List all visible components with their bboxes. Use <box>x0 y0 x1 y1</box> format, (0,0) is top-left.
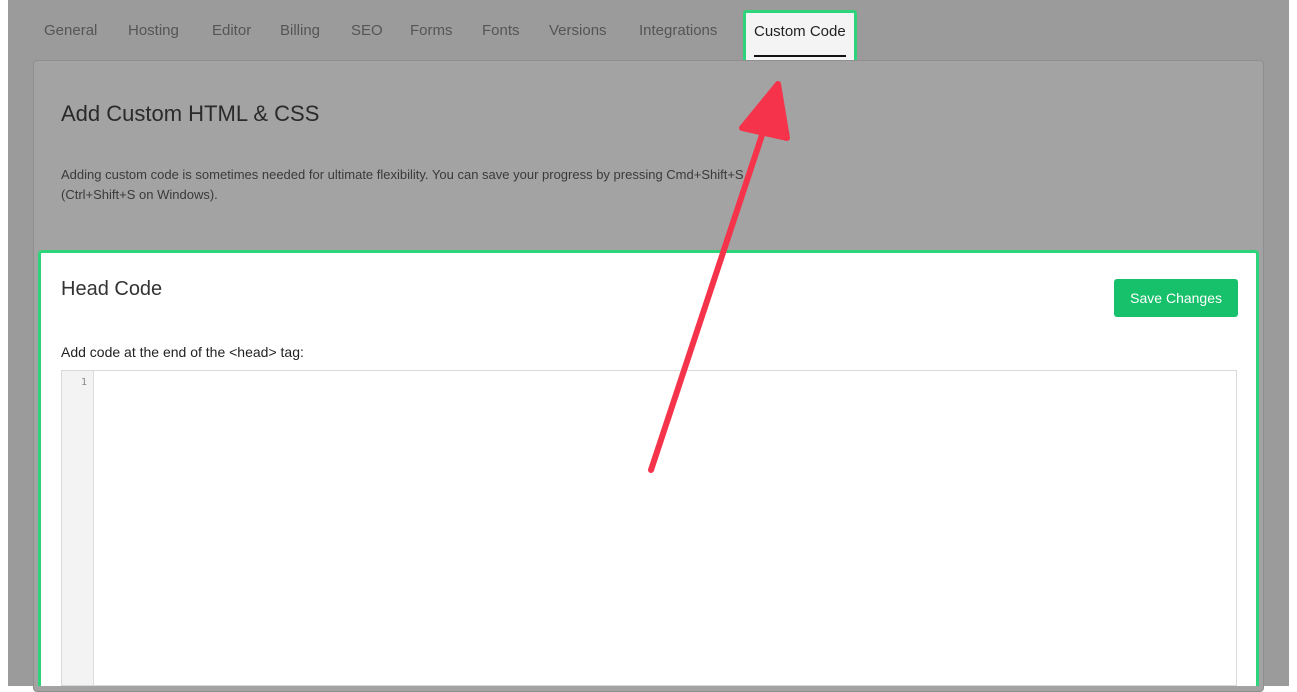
line-number: 1 <box>80 377 87 388</box>
tab-fonts[interactable]: Fonts <box>482 22 520 39</box>
section-description: Adding custom code is sometimes needed f… <box>61 167 744 202</box>
section-title: Add Custom HTML & CSS <box>61 101 320 126</box>
tab-general[interactable]: General <box>44 22 97 39</box>
tab-editor[interactable]: Editor <box>212 22 251 39</box>
head-code-title: Head Code <box>61 278 163 300</box>
settings-tab-bar: General Hosting Editor Billing SEO Forms… <box>8 0 1289 64</box>
save-changes-button[interactable]: Save Changes <box>1114 279 1238 317</box>
tab-custom-code-label: Custom Code <box>754 23 846 40</box>
tab-forms[interactable]: Forms <box>410 22 453 39</box>
tab-hosting[interactable]: Hosting <box>128 22 179 39</box>
head-code-panel: Head Code Save Changes Add code at the e… <box>38 250 1259 686</box>
tab-versions[interactable]: Versions <box>549 22 607 39</box>
tab-integrations[interactable]: Integrations <box>639 22 717 39</box>
editor-gutter: 1 <box>62 371 94 685</box>
head-code-field-label: Add code at the end of the <head> tag: <box>61 344 304 360</box>
active-tab-underline <box>754 55 846 57</box>
page-overlay: General Hosting Editor Billing SEO Forms… <box>8 0 1289 692</box>
tab-custom-code[interactable]: Custom Code <box>743 10 857 63</box>
tab-seo[interactable]: SEO <box>351 22 383 39</box>
head-code-editor[interactable]: 1 <box>61 370 1237 686</box>
code-input-area[interactable] <box>94 371 1236 685</box>
tab-billing[interactable]: Billing <box>280 22 320 39</box>
